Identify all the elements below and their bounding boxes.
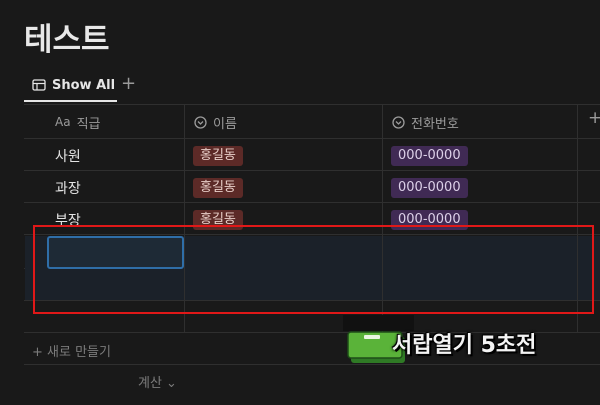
- column-header-position[interactable]: Aa 직급: [55, 107, 100, 137]
- new-row-button[interactable]: + 새로 만들기: [32, 341, 111, 360]
- name-tag[interactable]: 홍길동: [193, 178, 243, 198]
- divider: [24, 170, 600, 171]
- page-title[interactable]: 테스트: [24, 14, 110, 59]
- cell-position[interactable]: 사원: [55, 146, 81, 166]
- text-type-icon: Aa: [55, 115, 71, 129]
- add-view-button[interactable]: +: [121, 73, 136, 94]
- column-label: 이름: [213, 116, 237, 132]
- divider: [24, 104, 600, 105]
- phone-tag[interactable]: 000-0000: [391, 178, 468, 198]
- column-header-name[interactable]: 이름: [194, 107, 237, 137]
- table-icon: [32, 79, 46, 91]
- highlight-annotation: [33, 225, 594, 314]
- tab-label: Show All: [52, 77, 116, 93]
- column-label: 직급: [76, 116, 101, 132]
- overlay-caption: 서랍열기 5초전: [392, 333, 537, 358]
- phone-tag[interactable]: 000-0000: [391, 146, 468, 166]
- tab-show-all[interactable]: Show All: [24, 70, 117, 102]
- add-column-button[interactable]: +: [588, 108, 600, 128]
- column-label: 전화번호: [411, 116, 459, 132]
- divider: [24, 364, 600, 365]
- divider: [24, 138, 600, 139]
- cell-position[interactable]: 과장: [55, 178, 81, 198]
- name-tag[interactable]: 홍길동: [193, 146, 243, 166]
- calculate-dropdown[interactable]: 계산 ⌄: [138, 372, 177, 391]
- select-icon: [392, 115, 405, 129]
- select-icon: [194, 115, 207, 129]
- divider: [24, 202, 600, 203]
- column-header-phone[interactable]: 전화번호: [392, 107, 459, 137]
